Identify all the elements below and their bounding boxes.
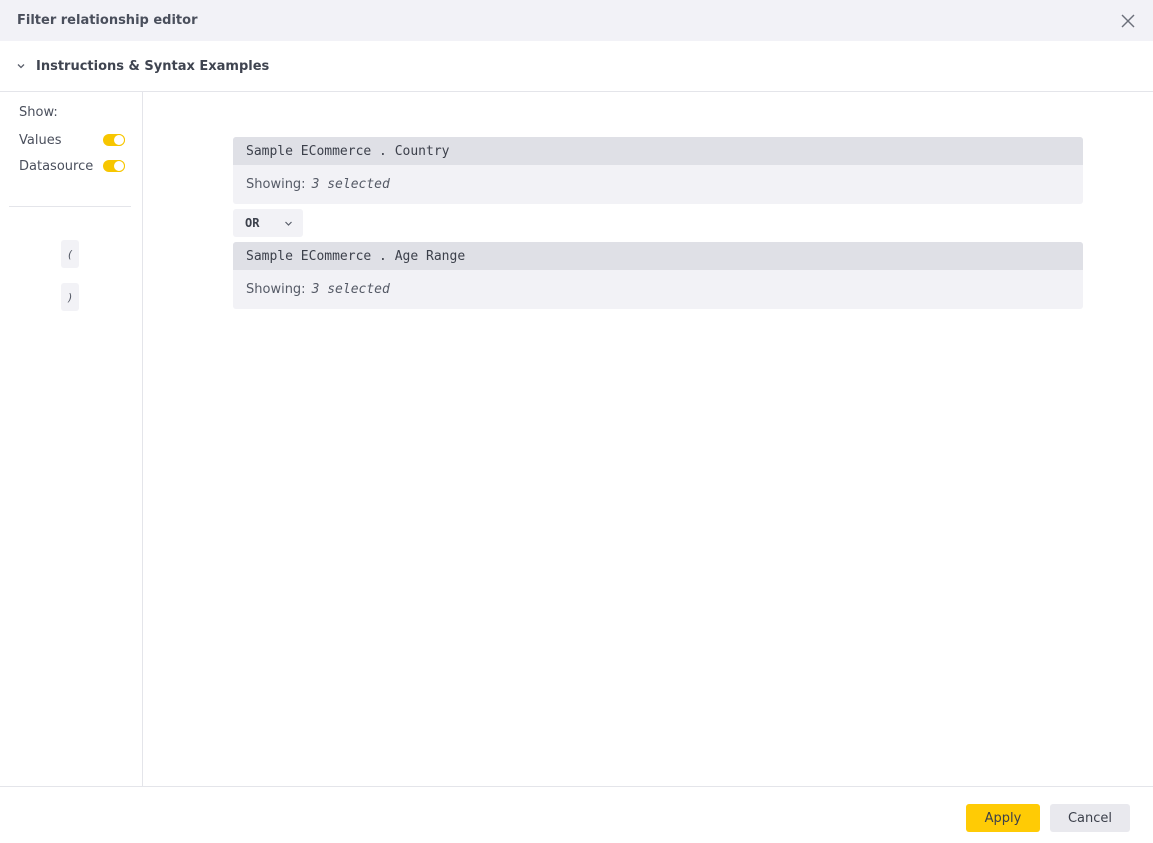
filter-showing: Showing: 3 selected <box>233 165 1083 204</box>
operator-select[interactable]: OR <box>233 209 303 237</box>
values-toggle-row: Values <box>19 130 125 150</box>
filter-field-name: Sample ECommerce . Age Range <box>233 242 1083 270</box>
filter-field-name: Sample ECommerce . Country <box>233 137 1083 165</box>
sidebar: Show: Values Datasource ( ) <box>0 92 143 786</box>
filter-block-country[interactable]: Sample ECommerce . Country Showing: 3 se… <box>233 137 1083 204</box>
filter-showing: Showing: 3 selected <box>233 270 1083 309</box>
dialog-header: Filter relationship editor <box>0 0 1153 41</box>
relationship-canvas: Sample ECommerce . Country Showing: 3 se… <box>143 92 1153 786</box>
dialog-footer: Apply Cancel <box>0 786 1153 843</box>
values-toggle-label: Values <box>19 132 62 148</box>
cancel-button[interactable]: Cancel <box>1050 804 1130 832</box>
apply-button[interactable]: Apply <box>966 804 1040 832</box>
showing-value: 3 selected <box>311 282 390 297</box>
close-icon[interactable] <box>1121 14 1135 28</box>
datasource-toggle-label: Datasource <box>19 158 94 174</box>
operator-value: OR <box>245 216 260 230</box>
close-paren-button[interactable]: ) <box>61 283 79 311</box>
showing-label: Showing: <box>246 177 306 192</box>
datasource-toggle[interactable] <box>103 160 125 172</box>
dialog-title: Filter relationship editor <box>17 13 198 28</box>
instructions-toggle[interactable]: Instructions & Syntax Examples <box>0 41 1153 92</box>
chevron-down-icon <box>17 64 25 69</box>
showing-value: 3 selected <box>311 177 390 192</box>
datasource-toggle-row: Datasource <box>19 156 125 176</box>
sidebar-divider <box>9 206 131 207</box>
show-label: Show: <box>19 105 58 120</box>
instructions-label: Instructions & Syntax Examples <box>36 58 270 74</box>
filter-block-age-range[interactable]: Sample ECommerce . Age Range Showing: 3 … <box>233 242 1083 309</box>
chevron-down-icon <box>285 221 292 226</box>
open-paren-button[interactable]: ( <box>61 240 79 268</box>
values-toggle[interactable] <box>103 134 125 146</box>
showing-label: Showing: <box>246 282 306 297</box>
